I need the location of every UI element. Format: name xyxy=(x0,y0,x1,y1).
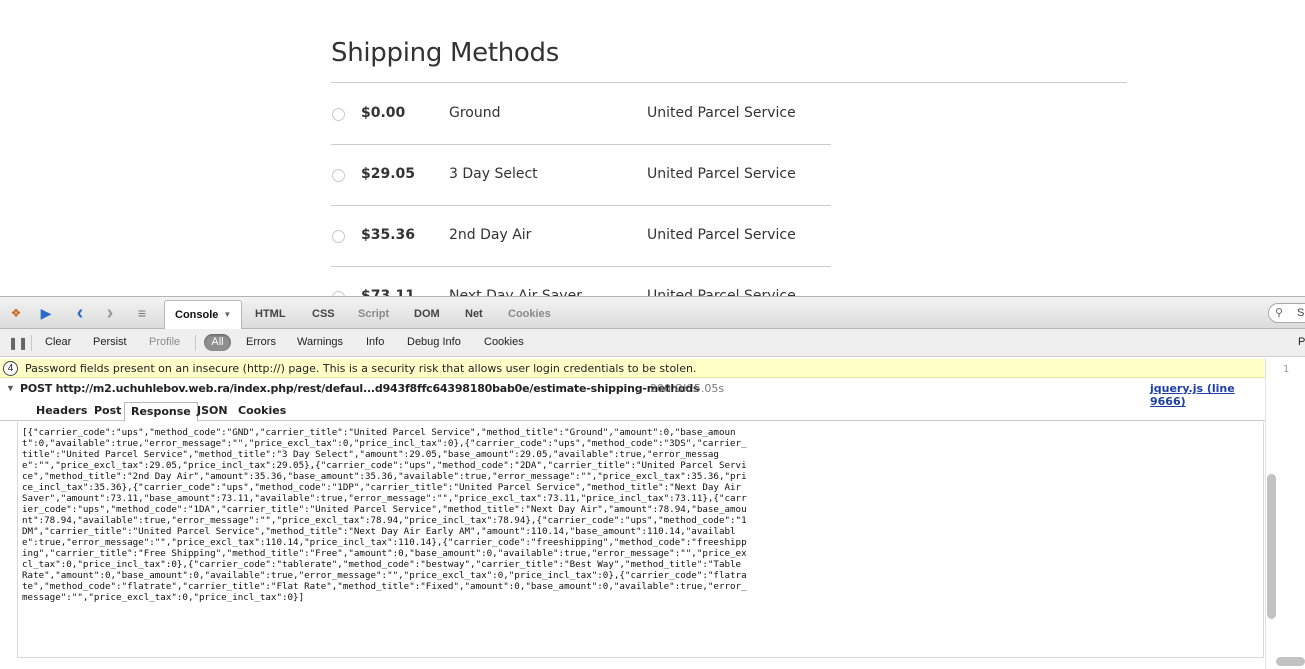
shipping-price: $73.11 xyxy=(361,288,416,296)
shipping-radio[interactable] xyxy=(332,230,345,243)
tab-request-cookies[interactable]: Cookies xyxy=(232,402,292,422)
filter-info[interactable]: Info xyxy=(366,336,384,348)
shipping-price: $0.00 xyxy=(361,105,406,121)
shipping-method-row[interactable]: $29.05 3 Day Select United Parcel Servic… xyxy=(331,145,831,206)
shipping-price: $29.05 xyxy=(361,166,416,182)
warning-message: 4 Password fields present on an insecure… xyxy=(0,359,1265,378)
search-input[interactable]: ⚲ S xyxy=(1268,303,1305,323)
horizontal-scrollbar[interactable] xyxy=(1276,657,1305,666)
tab-script[interactable]: Script xyxy=(348,300,399,329)
tab-html[interactable]: HTML xyxy=(245,300,296,329)
line-number: 1 xyxy=(1283,364,1290,375)
inspect-element-icon[interactable]: ▶ xyxy=(38,305,54,321)
shipping-carrier: United Parcel Service xyxy=(647,288,796,296)
chevron-down-icon[interactable]: ▼ xyxy=(223,301,231,329)
shipping-method-name: 3 Day Select xyxy=(449,166,538,182)
request-status: 200 OK 5.05s xyxy=(650,382,725,395)
shipping-method-row[interactable]: $35.36 2nd Day Air United Parcel Service xyxy=(331,206,831,267)
tab-post[interactable]: Post xyxy=(88,402,127,422)
pause-icon[interactable]: ❚❚ xyxy=(8,336,28,350)
back-arrow-icon[interactable]: ‹ xyxy=(72,303,88,323)
clear-button[interactable]: Clear xyxy=(45,336,71,348)
toolbar-divider xyxy=(195,335,196,351)
xhr-request-row[interactable]: ▼ POST http://m2.uchuhlebov.web.ra/index… xyxy=(0,379,1265,408)
request-url[interactable]: POST http://m2.uchuhlebov.web.ra/index.p… xyxy=(20,382,700,395)
tab-console[interactable]: Console ▼ xyxy=(164,300,243,329)
shipping-carrier: United Parcel Service xyxy=(647,166,796,182)
firebug-bug-icon[interactable]: ❖ xyxy=(8,305,24,321)
title-divider xyxy=(331,82,1127,83)
response-json-text: [{"carrier_code":"ups","method_code":"GN… xyxy=(22,427,747,603)
tab-json[interactable]: JSON xyxy=(191,402,234,422)
filter-warnings[interactable]: Warnings xyxy=(297,336,343,348)
firebug-panel: ❖ ▶ ‹ › ≡ Console ▼ HTML CSS Script DOM N… xyxy=(0,296,1305,669)
tab-dom[interactable]: DOM xyxy=(404,300,450,329)
shipping-method-name: Next Day Air Saver xyxy=(449,288,582,296)
shipping-method-name: Ground xyxy=(449,105,501,121)
shipping-radio[interactable] xyxy=(332,108,345,121)
request-tabs: Headers Post Response JSON Cookies xyxy=(0,399,1265,422)
expand-triangle-icon[interactable]: ▼ xyxy=(6,383,15,393)
filter-cookies[interactable]: Cookies xyxy=(484,336,524,348)
shipping-price: $35.36 xyxy=(361,227,416,243)
shipping-page: Shipping Methods $0.00 Ground United Par… xyxy=(0,0,1305,296)
persist-button[interactable]: Persist xyxy=(93,336,127,348)
filter-all[interactable]: All xyxy=(204,334,231,351)
tab-css[interactable]: CSS xyxy=(302,300,345,329)
page-title: Shipping Methods xyxy=(331,38,559,68)
response-body: [{"carrier_code":"ups","method_code":"GN… xyxy=(17,422,1264,658)
shipping-method-row[interactable]: $0.00 Ground United Parcel Service xyxy=(331,84,831,145)
tab-headers[interactable]: Headers xyxy=(30,402,93,422)
warning-count-badge: 4 xyxy=(3,361,18,376)
warning-text: Password fields present on an insecure (… xyxy=(25,362,697,375)
shipping-method-name: 2nd Day Air xyxy=(449,227,532,243)
toolbar-divider xyxy=(31,335,32,351)
vertical-scrollbar[interactable] xyxy=(1267,474,1276,619)
shipping-radio[interactable] xyxy=(332,169,345,182)
tab-cookies[interactable]: Cookies xyxy=(498,300,561,329)
shipping-carrier: United Parcel Service xyxy=(647,105,796,121)
firebug-toolbar: ❖ ▶ ‹ › ≡ Console ▼ HTML CSS Script DOM N… xyxy=(0,297,1305,329)
filter-debug-info[interactable]: Debug Info xyxy=(407,336,461,348)
shipping-method-row[interactable]: $73.11 Next Day Air Saver United Parcel … xyxy=(331,267,831,296)
tab-response[interactable]: Response xyxy=(124,402,198,422)
console-log: 4 Password fields present on an insecure… xyxy=(0,358,1265,669)
filter-errors[interactable]: Errors xyxy=(246,336,276,348)
forward-arrow-icon[interactable]: › xyxy=(102,303,118,323)
console-subtoolbar: ❚❚ Clear Persist Profile All Errors Warn… xyxy=(0,329,1305,357)
tab-net[interactable]: Net xyxy=(455,300,493,329)
search-icon: ⚲ xyxy=(1275,307,1284,319)
command-line-icon[interactable]: ≡ xyxy=(134,305,150,321)
right-toolbar-label[interactable]: P xyxy=(1298,336,1305,348)
profile-button[interactable]: Profile xyxy=(149,336,180,348)
shipping-carrier: United Parcel Service xyxy=(647,227,796,243)
